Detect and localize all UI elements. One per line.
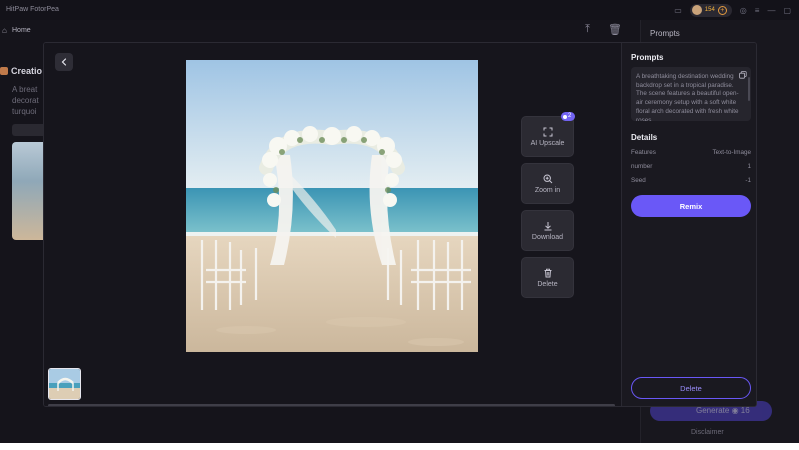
download-button[interactable]: Download <box>521 210 574 251</box>
title-bar: HitPaw FotorPea ▭ 154 + ◎ ≡ — ▢ <box>0 0 799 20</box>
zoom-in-label: Zoom in <box>534 186 561 194</box>
detail-row-number: number 1 <box>631 163 751 173</box>
image-viewer: 2 AI Upscale Zoom in Download Delete <box>44 43 621 406</box>
detail-value: -1 <box>745 177 751 184</box>
copy-icon[interactable] <box>739 71 747 79</box>
detail-value: Text-to-Image <box>712 149 752 156</box>
delete-tool-label: Delete <box>537 280 558 288</box>
monitor-icon[interactable]: ▭ <box>674 6 682 15</box>
upscale-icon <box>543 127 552 136</box>
prompt-text: A breathtaking destination wedding backd… <box>636 73 739 121</box>
avatar <box>691 5 702 15</box>
minimize-icon[interactable]: — <box>767 6 775 15</box>
zoom-in-button[interactable]: Zoom in <box>521 163 574 204</box>
coin-balance[interactable]: 154 + <box>689 3 732 17</box>
ai-upscale-label: AI Upscale <box>530 139 565 147</box>
image-thumbnail[interactable] <box>48 368 81 400</box>
home-link[interactable]: Home <box>12 27 31 34</box>
restore-icon[interactable]: ▢ <box>783 6 791 15</box>
app-title: HitPaw FotorPea <box>6 6 59 13</box>
disclaimer-link[interactable]: Disclaimer <box>691 429 724 436</box>
help-icon[interactable]: ◎ <box>740 6 747 15</box>
background-prompts-title: Prompts <box>650 29 680 38</box>
download-label: Download <box>531 233 564 241</box>
detail-value: 1 <box>747 163 751 170</box>
creation-section-title: Creatio <box>0 66 42 76</box>
details-panel: Prompts A breathtaking destination weddi… <box>621 43 756 406</box>
prompts-title: Prompts <box>631 53 664 62</box>
detail-key: Features <box>631 149 656 156</box>
horizontal-scrollbar[interactable] <box>48 404 615 406</box>
nav-actions: ⤒ 🗑 <box>585 23 622 36</box>
upscale-credits-badge: 2 <box>561 112 575 121</box>
zoom-in-icon <box>542 173 552 183</box>
titlebar-actions: ▭ 154 + ◎ ≡ — ▢ <box>674 3 791 17</box>
delete-tool-button[interactable]: Delete <box>521 257 574 298</box>
detail-key: number <box>631 163 653 170</box>
screen-bottom-edge <box>0 443 799 450</box>
detail-key: Seed <box>631 177 646 184</box>
trash-icon[interactable]: 🗑 <box>608 23 622 36</box>
back-button[interactable] <box>55 53 73 71</box>
ai-upscale-button[interactable]: 2 AI Upscale <box>521 112 575 157</box>
image-preview-modal: 2 AI Upscale Zoom in Download Delete Pro… <box>43 42 757 407</box>
prompt-textbox[interactable]: A breathtaking destination wedding backd… <box>631 67 751 121</box>
download-icon <box>544 221 551 230</box>
upload-icon[interactable]: ⤒ <box>585 23 590 36</box>
menu-icon[interactable]: ≡ <box>755 6 760 15</box>
app-window: HitPaw FotorPea ▭ 154 + ◎ ≡ — ▢ ⌂ Home ⤒… <box>0 0 799 443</box>
detail-row-seed: Seed -1 <box>631 177 751 187</box>
home-icon[interactable]: ⌂ <box>2 26 7 35</box>
creation-icon <box>0 67 8 75</box>
generated-image <box>186 60 478 352</box>
coin-count: 154 <box>704 7 715 13</box>
prompt-scrollbar[interactable] <box>748 77 750 101</box>
generate-label: Generate ◉ 16 <box>696 406 750 415</box>
chevron-left-icon <box>61 58 67 66</box>
add-coins-icon[interactable]: + <box>717 5 727 15</box>
detail-row-features: Features Text-to-Image <box>631 149 751 159</box>
trash-icon <box>544 268 551 277</box>
delete-button[interactable]: Delete <box>631 377 751 399</box>
nav-bar: ⌂ Home ⤒ 🗑 <box>0 20 640 42</box>
details-title: Details <box>631 133 658 142</box>
remix-button[interactable]: Remix <box>631 195 751 217</box>
